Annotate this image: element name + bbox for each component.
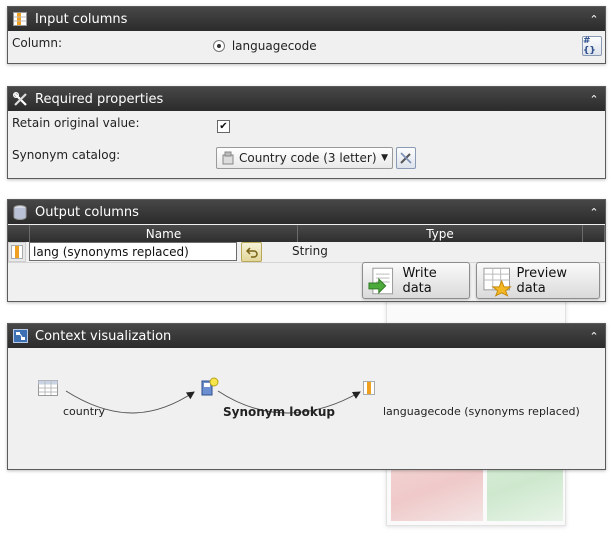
preview-data-label: Preview data (516, 265, 568, 296)
input-columns-panel: Input columns ⌃ Column: languagecode #{} (7, 6, 606, 64)
collapse-icon[interactable]: ⌃ (583, 330, 605, 343)
table-icon[interactable] (38, 380, 58, 399)
panel-header: Context visualization ⌃ (8, 324, 605, 348)
output-columns-panel: Output columns ⌃ Name Type String Write … (7, 199, 606, 302)
catalog-select[interactable]: Country code (3 letter) ▼ (216, 147, 393, 169)
write-data-label: Write data (402, 265, 437, 296)
name-column-header[interactable]: Name (30, 225, 298, 242)
column-icon (12, 11, 28, 27)
write-data-icon (368, 267, 394, 294)
column-value: languagecode (231, 39, 317, 53)
grid-header-spacer (583, 225, 605, 242)
panel-header: Output columns ⌃ (8, 200, 605, 224)
undo-button[interactable] (241, 242, 262, 262)
output-name-input[interactable] (29, 242, 237, 261)
preview-data-button[interactable]: Preview data (476, 262, 600, 299)
panel-title: Context visualization (35, 328, 172, 344)
panel-title: Output columns (35, 204, 139, 220)
transformer-icon[interactable] (199, 377, 221, 402)
database-icon (12, 204, 28, 220)
panel-header: Input columns ⌃ (8, 7, 605, 31)
output-column-icon[interactable] (363, 381, 375, 398)
panel-title: Required properties (35, 91, 164, 107)
tools-icon (12, 91, 28, 107)
column-radio-option[interactable]: languagecode (213, 39, 317, 53)
expression-button-label: #{} (583, 36, 596, 56)
catalog-label: Synonym catalog: (12, 148, 121, 162)
output-type-value: String (292, 244, 328, 258)
required-properties-panel: Required properties ⌃ Retain original va… (7, 86, 606, 179)
write-data-button[interactable]: Write data (362, 262, 470, 299)
radio-selected-icon[interactable] (213, 40, 225, 52)
panel-title: Input columns (35, 11, 128, 27)
wrench-icon (400, 152, 412, 164)
expression-button[interactable]: #{} (582, 36, 602, 56)
type-column-header[interactable]: Type (298, 225, 583, 242)
context-visualization-panel: Context visualization ⌃ country Synonym … (7, 323, 606, 470)
collapse-icon[interactable]: ⌃ (583, 206, 605, 219)
collapse-icon[interactable]: ⌃ (583, 93, 605, 106)
catalog-settings-button[interactable] (396, 147, 416, 169)
column-icon (11, 245, 23, 259)
grid-header-corner (8, 225, 30, 242)
preview-data-icon (483, 267, 512, 297)
collapse-icon[interactable]: ⌃ (583, 13, 605, 26)
undo-icon (245, 247, 258, 258)
column-label: Column: (12, 36, 62, 50)
retain-label: Retain original value: (12, 116, 140, 130)
output-label: languagecode (synonyms replaced) (383, 405, 580, 418)
catalog-value: Country code (3 letter) (239, 151, 377, 165)
retain-checkbox[interactable]: ✔ (217, 120, 230, 133)
source-label: country (63, 405, 106, 418)
transformer-label: Synonym lookup (223, 405, 336, 419)
dropdown-arrow-icon: ▼ (381, 153, 388, 163)
panel-header: Required properties ⌃ (8, 87, 605, 111)
visualization-icon (12, 328, 28, 344)
row-marker (8, 242, 26, 262)
catalog-icon (222, 151, 234, 165)
